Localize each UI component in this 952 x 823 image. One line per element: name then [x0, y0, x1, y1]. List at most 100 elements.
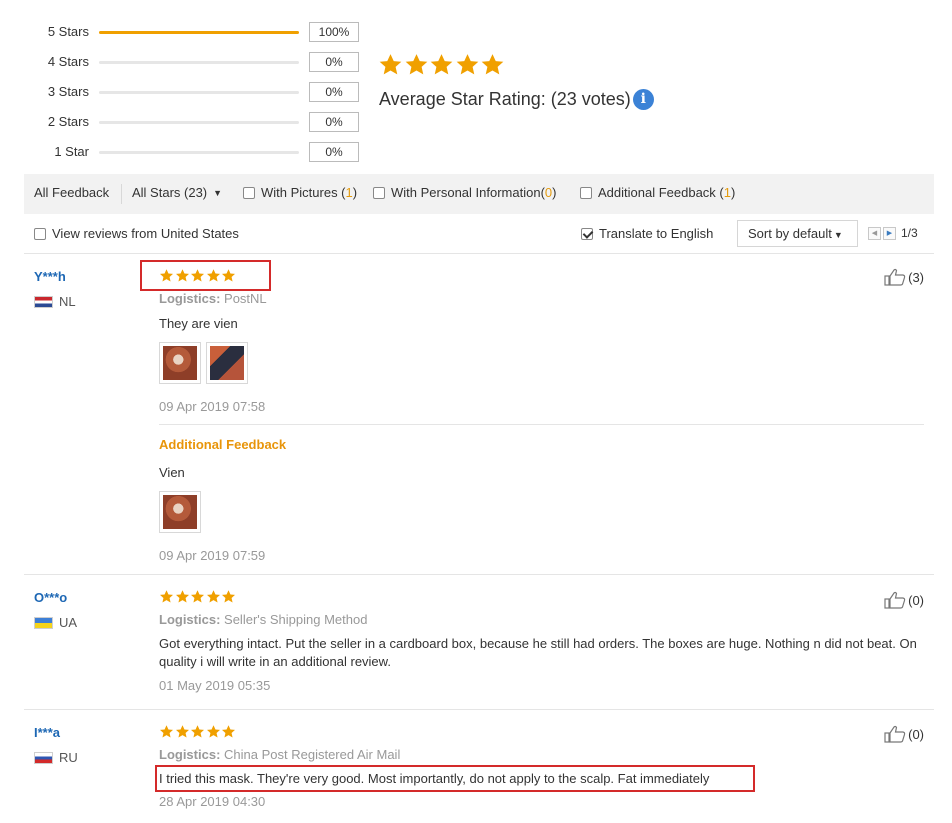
review-photo-thumbnail[interactable] — [159, 491, 201, 533]
rating-summary: 5 Stars 100% 4 Stars 0% 3 Stars 0% 2 Sta… — [0, 0, 952, 172]
additional-feedback-filter[interactable]: Additional Feedback (1) — [580, 185, 735, 200]
reviewer-name[interactable]: O***o — [34, 590, 67, 605]
rating-bar — [99, 61, 299, 64]
review-stars — [159, 589, 237, 604]
review-item: I***a RU Logistics: China Post Registere… — [24, 710, 934, 823]
star-icon — [456, 54, 478, 75]
rating-percent: 100% — [309, 22, 359, 42]
additional-feedback-label: Additional Feedback ( — [598, 185, 724, 200]
review-photo-thumbnail[interactable] — [206, 342, 248, 384]
average-rating-label: Average Star Rating: (23 votes) i — [379, 89, 654, 110]
next-page-icon[interactable]: ▶ — [883, 226, 896, 240]
rating-percent: 0% — [309, 142, 359, 162]
rating-percent: 0% — [309, 82, 359, 102]
flag-ru-icon — [34, 751, 53, 764]
review-date: 28 Apr 2019 04:30 — [159, 794, 266, 809]
rating-row-4[interactable]: 4 Stars 0% — [0, 52, 370, 72]
rating-percent: 0% — [309, 52, 359, 72]
logistics-value: PostNL — [224, 291, 267, 306]
review-photo — [163, 495, 197, 529]
with-pictures-checkbox[interactable] — [243, 186, 255, 199]
rating-row-label: 1 Star — [54, 144, 89, 159]
star-icon — [160, 590, 173, 603]
feedback-filter-bar: All Feedback All Stars (23) ▼ With Pictu… — [24, 174, 934, 214]
with-personal-info-filter[interactable]: With Personal Information(0) — [373, 185, 556, 200]
translate-label: Translate to English — [599, 226, 714, 241]
all-stars-dropdown[interactable]: All Stars (23) ▼ — [132, 185, 222, 200]
review-stars — [159, 724, 237, 739]
highlight-box — [155, 765, 755, 792]
average-rating-text: Average Star Rating: (23 votes) — [379, 89, 631, 109]
all-feedback-tab[interactable]: All Feedback — [34, 185, 109, 200]
logistics-value: Seller's Shipping Method — [224, 612, 368, 627]
with-pictures-label: With Pictures ( — [261, 185, 346, 200]
sort-dropdown[interactable]: Sort by default ▼ — [737, 220, 858, 247]
translate-checkbox[interactable] — [581, 227, 593, 240]
highlight-box — [140, 260, 271, 291]
rating-row-label: 5 Stars — [47, 24, 89, 39]
star-icon — [379, 54, 402, 75]
additional-feedback-date: 09 Apr 2019 07:59 — [159, 548, 266, 563]
translate-option[interactable]: Translate to English — [581, 226, 713, 241]
review-item: Y***h NL Logistics: PostNL They are vien… — [24, 254, 934, 574]
review-photo-thumbnail[interactable] — [159, 342, 201, 384]
close-paren: ) — [352, 185, 358, 200]
rating-row-3[interactable]: 3 Stars 0% — [0, 82, 370, 102]
rating-bar-fill — [99, 31, 299, 34]
with-personal-info-count: 0 — [544, 185, 553, 200]
helpful-count: (0) — [908, 726, 924, 742]
local-reviews-checkbox[interactable] — [34, 227, 46, 240]
star-icon — [175, 590, 189, 603]
country-code: NL — [59, 294, 76, 309]
with-pictures-count: 1 — [345, 185, 353, 200]
star-icon — [430, 54, 453, 75]
additional-feedback-checkbox[interactable] — [580, 186, 592, 199]
helpful-button[interactable]: (0) — [884, 591, 924, 609]
page-indicator: 1/3 — [901, 226, 918, 240]
rating-row-2[interactable]: 2 Stars 0% — [0, 112, 370, 132]
thumbs-up-icon — [884, 591, 906, 609]
additional-feedback-text: Vien — [159, 465, 185, 480]
review-logistics: Logistics: China Post Registered Air Mai… — [159, 747, 400, 762]
star-icon — [206, 725, 220, 738]
local-reviews-label: View reviews from United States — [52, 226, 239, 241]
additional-feedback-title: Additional Feedback — [159, 437, 287, 452]
close-paren: ) — [730, 185, 736, 200]
reviewer-name[interactable]: Y***h — [34, 269, 66, 284]
logistics-label: Logistics: — [159, 747, 221, 762]
with-personal-info-checkbox[interactable] — [373, 186, 385, 199]
reviewer-country: UA — [34, 615, 77, 630]
additional-feedback-count: 1 — [723, 185, 731, 200]
rating-row-1[interactable]: 1 Star 0% — [0, 142, 370, 162]
review-photo — [210, 346, 244, 380]
rating-bar — [99, 121, 299, 124]
review-item: O***o UA Logistics: Seller's Shipping Me… — [24, 575, 934, 709]
star-icon — [222, 725, 235, 738]
pagination: ◀ ▶ 1/3 — [868, 226, 918, 240]
rating-percent: 0% — [309, 112, 359, 132]
country-code: UA — [59, 615, 78, 630]
reviewer-country: RU — [34, 750, 78, 765]
review-date: 09 Apr 2019 07:58 — [159, 399, 266, 414]
star-icon — [191, 590, 204, 603]
local-reviews-option[interactable]: View reviews from United States — [34, 226, 239, 241]
with-pictures-filter[interactable]: With Pictures (1) — [243, 185, 357, 200]
filter-divider — [121, 184, 122, 204]
rating-row-label: 4 Stars — [47, 54, 89, 69]
star-icon — [481, 54, 504, 75]
star-icon — [191, 725, 204, 738]
rating-bar — [99, 91, 299, 94]
close-paren: ) — [552, 185, 557, 200]
info-icon[interactable]: i — [632, 89, 654, 110]
helpful-button[interactable]: (0) — [884, 725, 924, 743]
divider — [159, 424, 924, 425]
star-icon — [222, 590, 235, 603]
with-personal-info-label: With Personal Information( — [391, 185, 545, 200]
rating-row-label: 3 Stars — [47, 84, 89, 99]
helpful-button[interactable]: (3) — [884, 268, 924, 286]
rating-row-5[interactable]: 5 Stars 100% — [0, 22, 370, 42]
thumbs-up-icon — [884, 268, 906, 286]
reviewer-country: NL — [34, 294, 76, 309]
reviewer-name[interactable]: I***a — [34, 725, 60, 740]
prev-page-icon[interactable]: ◀ — [868, 226, 881, 240]
